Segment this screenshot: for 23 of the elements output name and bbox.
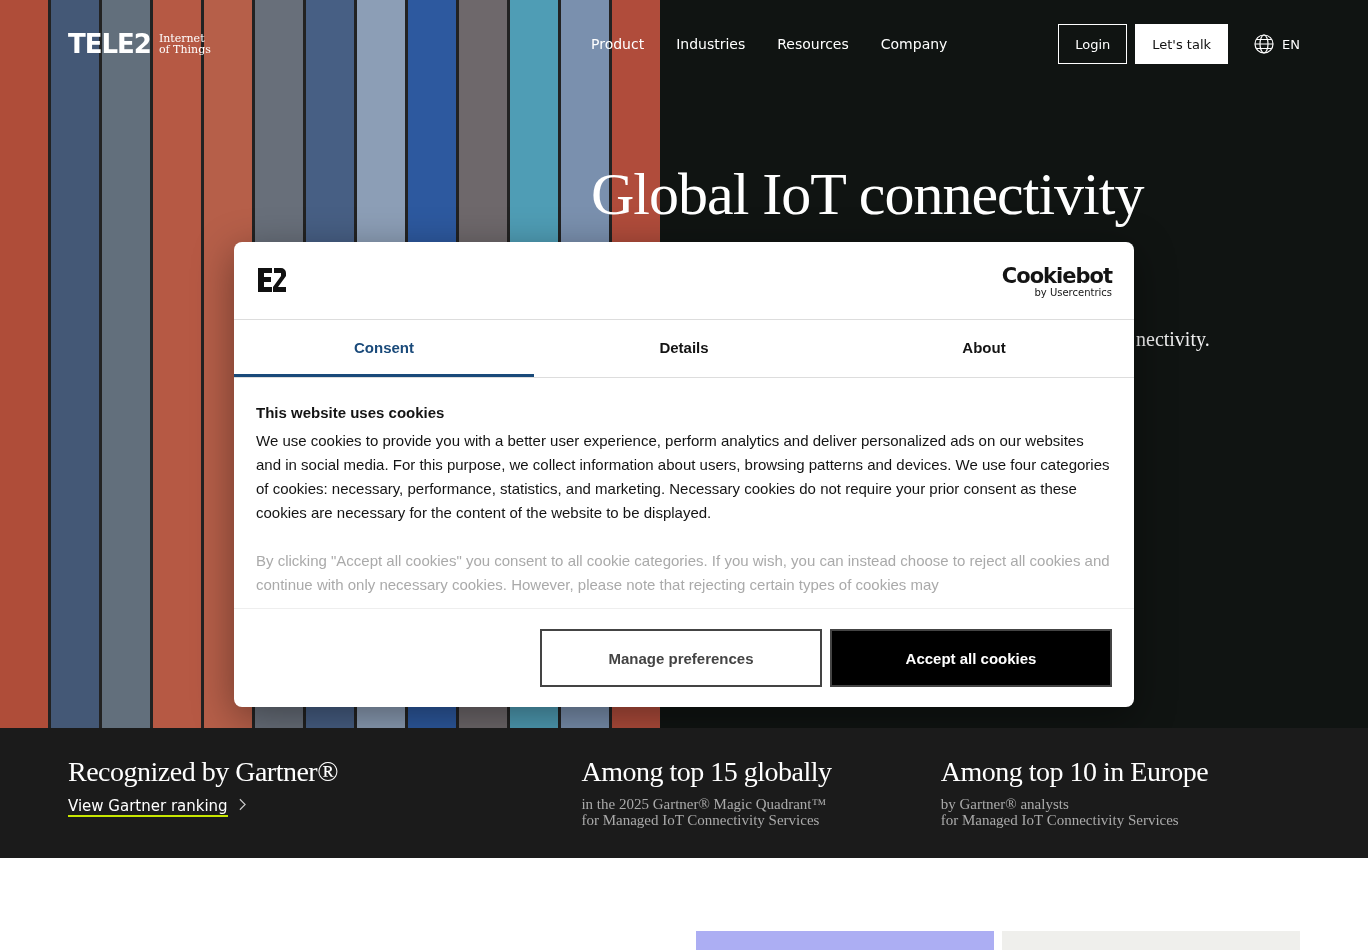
dialog-paragraph: By clicking "Accept all cookies" you consent to all cookie categories. If you wish, you can instead choose to reject all cookies and continue with only necessary cookies. However, please note that rejecting certain types of cookies may [256, 551, 1111, 595]
contact-button[interactable]: Let's talk [1135, 24, 1229, 64]
dialog-paragraph: We use cookies to provide you with a better user experience, perform analytics and deliver personalized ads on our websites and in social media. For this purpose, we collect information about users, browsing patterns and devices. We use four categories of cookies: necessary, performance, statistics, and marketing. Necessary cookies do not require your prior consent as these cookies are necessary for the content of the website to be displayed. [256, 431, 1111, 523]
language-label[interactable]: EN [1282, 36, 1300, 52]
nav-link[interactable]: Industries [676, 36, 746, 52]
manage-preferences-button[interactable]: Manage preferences [540, 629, 822, 687]
cookiebot-logo: Cookiebot [1001, 263, 1112, 288]
globe-icon[interactable] [1254, 34, 1275, 54]
login-button[interactable]: Login [1058, 24, 1128, 64]
stat-title: Recognized by Gartner® [68, 756, 339, 788]
stat-title: Among top 10 in Europe [940, 756, 1210, 788]
hero-subtitle: nectivity. [1136, 328, 1210, 351]
chevron-right-icon [238, 798, 246, 811]
dialog-heading: This website uses cookies [256, 404, 446, 421]
nav-link[interactable]: Company [880, 36, 948, 52]
stat-description: by Gartner® analysts for Managed IoT Connectivity Services [940, 796, 1180, 828]
stat-title: Among top 15 globally [581, 756, 833, 788]
cookiebot-byline: by Usercentrics [1034, 287, 1112, 298]
ranking-link[interactable]: View Gartner ranking [68, 797, 228, 817]
dialog-tab[interactable]: Consent [234, 320, 534, 377]
nav-link[interactable]: Resources [777, 36, 849, 52]
stat-description: in the 2025 Gartner® Magic Quadrant™ for Managed IoT Connectivity Services [581, 796, 828, 828]
accept-all-button[interactable]: Accept all cookies [830, 629, 1112, 687]
